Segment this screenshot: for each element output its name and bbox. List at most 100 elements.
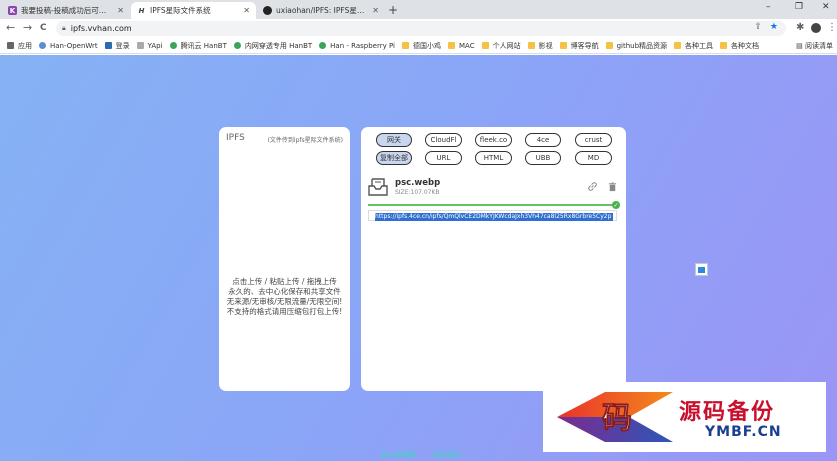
bookmark-label: 各种工具 xyxy=(685,41,714,50)
router-icon xyxy=(104,42,112,49)
yapi-icon xyxy=(136,42,144,49)
avatar[interactable] xyxy=(811,23,821,33)
folder-icon xyxy=(559,42,567,49)
link-output-field[interactable]: https://ipfs.4ce.cn/ipfs/QmQlvCE2DMkYJKW… xyxy=(368,210,617,221)
bookmark-openwrt[interactable]: Han-OpenWrt xyxy=(39,42,98,50)
tab-strip: K 我要投稿-投稿成功后可以领取完整… ✕ H IPFS星际文件系统 ✕ uxi… xyxy=(0,0,837,19)
bookmark-label: 应用 xyxy=(18,41,32,50)
restore-button[interactable]: ❐ xyxy=(795,2,803,12)
browser-toolbar: ← → C 🔒︎ ipfs.vvhan.com ⇪ ★ ✱ ⋮ xyxy=(0,19,837,38)
folder-icon xyxy=(605,42,613,49)
bookmark-folder[interactable]: 博客导航 xyxy=(559,41,599,51)
gateway-fleek-button[interactable]: fleek.co xyxy=(475,133,512,147)
bookmark-folder[interactable]: github精品资源 xyxy=(605,41,668,51)
bookmark-label: 个人网站 xyxy=(492,41,521,50)
bookmark-star-icon[interactable]: ⇪ ★ xyxy=(754,22,778,32)
bookmark-folder[interactable]: 德国小鸡 xyxy=(401,41,441,51)
bookmark-tencent[interactable]: 腾讯云 HanBT xyxy=(169,41,227,51)
instruction-line: 无来源/无审核/无限流量/无限空间! xyxy=(226,297,343,306)
close-icon[interactable]: ✕ xyxy=(243,6,250,15)
tab-title: IPFS星际文件系统 xyxy=(150,6,211,15)
bookmark-intranet[interactable]: 内网穿透专用 HanBT xyxy=(233,41,312,51)
format-ubb-button[interactable]: UBB xyxy=(525,151,561,165)
trash-icon[interactable] xyxy=(607,181,618,192)
panel-subtitle: (文件传到ipfs星际文件系统) xyxy=(267,137,343,144)
address-bar[interactable]: 🔒︎ ipfs.vvhan.com ⇪ ★ xyxy=(56,21,786,36)
bookmark-yapi[interactable]: YApi xyxy=(136,41,163,50)
github-icon xyxy=(263,6,272,15)
bookmark-label: 腾讯云 HanBT xyxy=(180,41,227,50)
tab-ipfs[interactable]: H IPFS星际文件系统 ✕ xyxy=(131,2,256,19)
bookmark-label: github精品资源 xyxy=(616,41,668,50)
bookmark-label: 德国小鸡 xyxy=(412,41,441,50)
lock-icon: 🔒︎ xyxy=(62,24,66,32)
ymbf-logo-icon: 码 xyxy=(557,392,673,442)
bookmark-label: Han - Raspberry Pi xyxy=(330,41,395,50)
file-name: psc.webp xyxy=(395,178,441,188)
folder-icon xyxy=(527,42,535,49)
folder-icon xyxy=(481,42,489,49)
extensions-icon[interactable]: ✱ xyxy=(796,22,804,33)
forward-button[interactable]: → xyxy=(23,21,32,34)
new-tab-button[interactable]: + xyxy=(388,3,398,17)
floating-widget-icon[interactable] xyxy=(695,263,708,276)
format-url-button[interactable]: URL xyxy=(425,151,462,165)
copy-all-button[interactable]: 复制全部 xyxy=(376,151,412,165)
bookmark-label: 各种文档 xyxy=(731,41,760,50)
inbox-file-icon xyxy=(368,178,388,196)
reading-list-label: 阅读清单 xyxy=(805,42,833,50)
footer-blog-link[interactable]: 韩小韩博客 xyxy=(381,450,416,460)
tab-contribute[interactable]: K 我要投稿-投稿成功后可以领取完整… ✕ xyxy=(2,2,130,19)
bookmark-folder[interactable]: 影视 xyxy=(527,41,553,51)
format-html-button[interactable]: HTML xyxy=(475,151,512,165)
bookmark-login[interactable]: 登录 xyxy=(104,41,130,51)
green-shield-icon xyxy=(169,42,177,49)
gateway-4ce-button[interactable]: 4ce xyxy=(525,133,561,147)
k-logo-icon: K xyxy=(8,6,17,15)
bookmark-label: YApi xyxy=(147,41,163,50)
close-icon[interactable]: ✕ xyxy=(372,6,379,15)
globe-icon xyxy=(39,42,46,49)
gateway-crust-button[interactable]: crust xyxy=(575,133,612,147)
reading-list[interactable]: ▤ 阅读清单 xyxy=(796,41,833,51)
tab-title: uxiaohan/IPFS: IPFS星际文件系… xyxy=(276,6,368,15)
bookmark-label: 登录 xyxy=(115,41,130,50)
bookmark-label: MAC xyxy=(458,41,475,50)
footer-source-link[interactable]: 网站源码 xyxy=(433,450,461,460)
upload-instructions: 点击上传 / 粘贴上传 / 拖拽上传 永久的、去中心化保存和共享文件 无来源/无… xyxy=(223,277,346,317)
bookmark-label: 影视 xyxy=(538,41,553,50)
logo-glyph: 码 xyxy=(602,401,632,436)
green-shield-icon xyxy=(233,42,241,49)
gateway-cloudflare-button[interactable]: CloudFl xyxy=(425,133,462,147)
watermark-en: YMBF.CN xyxy=(705,424,782,440)
bookmark-label: Han-OpenWrt xyxy=(50,41,98,50)
bookmarks-bar: 应用 Han-OpenWrt 登录 YApi 腾讯云 HanBT 内网穿透专用 … xyxy=(0,38,837,54)
file-size: SIZE:107.07KB xyxy=(395,189,440,196)
gateway-default-button[interactable]: 网关 xyxy=(376,133,412,147)
tab-title: 我要投稿-投稿成功后可以领取完整… xyxy=(21,6,114,15)
bookmark-folder[interactable]: MAC xyxy=(447,41,475,50)
bookmark-folder[interactable]: 各种工具 xyxy=(674,41,713,51)
green-shield-icon xyxy=(319,42,327,49)
instruction-line: 不支持的格式请用压缩包打包上传! xyxy=(226,307,343,316)
bookmark-folder[interactable]: 个人网站 xyxy=(481,41,521,51)
bookmark-raspberry[interactable]: Han - Raspberry Pi xyxy=(319,42,395,50)
bookmark-folder[interactable]: 各种文档 xyxy=(720,41,759,51)
upload-dropzone[interactable]: IPFS (文件传到ipfs星际文件系统) 点击上传 / 粘贴上传 / 拖拽上传… xyxy=(219,127,350,391)
back-button[interactable]: ← xyxy=(6,21,15,34)
instruction-line: 点击上传 / 粘贴上传 / 拖拽上传 xyxy=(232,277,337,286)
tab-github[interactable]: uxiaohan/IPFS: IPFS星际文件系… ✕ xyxy=(257,2,385,19)
copy-link-icon[interactable] xyxy=(587,181,598,192)
url-text: ipfs.vvhan.com xyxy=(70,24,132,33)
menu-icon[interactable]: ⋮ xyxy=(827,22,837,33)
format-md-button[interactable]: MD xyxy=(575,151,612,165)
minimize-button[interactable]: – xyxy=(766,2,771,12)
close-icon[interactable]: ✕ xyxy=(117,6,124,15)
share-icon[interactable]: ⇪ xyxy=(754,22,762,32)
grid-icon xyxy=(7,42,14,49)
window-close-button[interactable]: ✕ xyxy=(822,2,830,12)
link-text[interactable]: https://ipfs.4ce.cn/ipfs/QmQlvCE2DMkYJKW… xyxy=(375,213,613,221)
folder-icon xyxy=(447,42,455,49)
reload-button[interactable]: C xyxy=(40,23,47,33)
bookmark-apps[interactable]: 应用 xyxy=(7,41,32,51)
